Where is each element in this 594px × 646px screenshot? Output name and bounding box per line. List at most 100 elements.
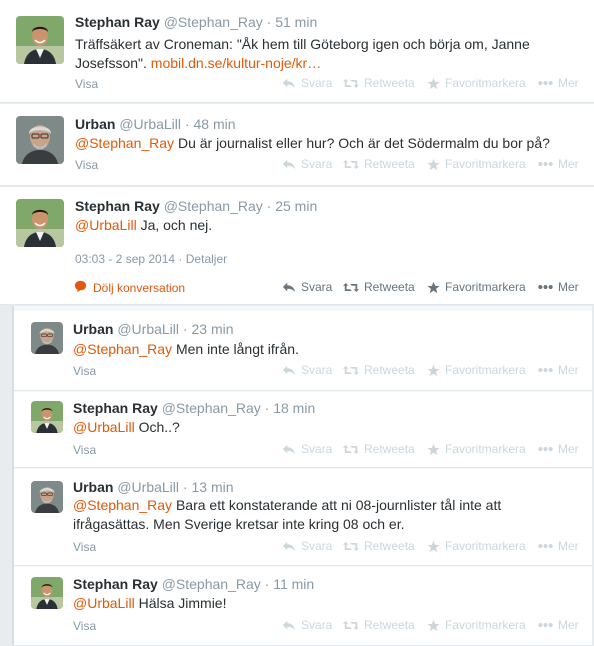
tweet-card[interactable]: Urban @UrbaLill · 48 min @Stephan_Ray Du…: [0, 104, 594, 186]
star-icon: [427, 77, 440, 90]
retweet-button[interactable]: Retweeta: [343, 280, 415, 294]
more-label: Mer: [558, 280, 579, 294]
more-button[interactable]: Mer: [538, 280, 579, 294]
avatar[interactable]: [31, 322, 63, 354]
tweet-header: Stephan Ray @Stephan_Ray · 18 min: [73, 400, 315, 416]
tweet-header: Stephan Ray @Stephan_Ray · 11 min: [73, 576, 314, 592]
avatar[interactable]: [16, 16, 64, 64]
tweet-card-expanded[interactable]: Stephan Ray @Stephan_Ray · 25 min @UrbaL…: [0, 187, 594, 305]
more-dots-icon: [538, 161, 553, 167]
favorite-button[interactable]: Favoritmarkera: [427, 539, 526, 553]
retweet-button[interactable]: Retweeta: [343, 442, 415, 456]
reply-icon: [282, 618, 296, 632]
tweet-header: Urban @UrbaLill · 13 min: [73, 479, 234, 495]
more-label: Mer: [558, 442, 579, 456]
mention-link[interactable]: @Stephan_Ray: [75, 135, 174, 151]
reply-icon: [282, 76, 296, 90]
tweet-actions: Svara Retweeta Favoritmarkera Mer: [0, 442, 594, 458]
conversation-tweet[interactable]: Urban @UrbaLill · 13 min @Stephan_Ray Ba…: [14, 469, 592, 566]
mention-link[interactable]: @Stephan_Ray: [73, 341, 172, 357]
avatar[interactable]: [31, 401, 63, 433]
more-button[interactable]: Mer: [538, 363, 579, 377]
reply-button[interactable]: Svara: [282, 539, 332, 553]
tweet-header: Stephan Ray @Stephan_Ray · 51 min: [75, 14, 317, 30]
retweet-label: Retweeta: [364, 157, 415, 171]
avatar[interactable]: [16, 199, 64, 247]
more-button[interactable]: Mer: [538, 618, 579, 632]
author-name[interactable]: Stephan Ray: [73, 576, 158, 592]
reply-button[interactable]: Svara: [282, 76, 332, 90]
favorite-button[interactable]: Favoritmarkera: [427, 363, 526, 377]
author-name[interactable]: Urban: [75, 116, 115, 132]
retweet-label: Retweeta: [364, 618, 415, 632]
details-link[interactable]: Detaljer: [186, 252, 227, 266]
retweet-icon: [343, 540, 359, 553]
author-name[interactable]: Stephan Ray: [73, 400, 158, 416]
tweet-time[interactable]: 23 min: [191, 321, 233, 337]
author-handle[interactable]: @UrbaLill: [117, 321, 179, 337]
separator-dot: ·: [182, 479, 188, 495]
favorite-button[interactable]: Favoritmarkera: [427, 618, 526, 632]
separator-dot: ·: [184, 116, 190, 132]
more-button[interactable]: Mer: [538, 539, 579, 553]
tweet-timestamp[interactable]: 03:03 - 2 sep 2014: [75, 252, 175, 266]
avatar[interactable]: [31, 577, 63, 609]
tweet-time[interactable]: 13 min: [191, 479, 233, 495]
separator-dot: ·: [266, 14, 272, 30]
tweet-actions: Svara Retweeta Favoritmarkera Mer: [0, 280, 594, 296]
reply-button[interactable]: Svara: [282, 157, 332, 171]
favorite-button[interactable]: Favoritmarkera: [427, 280, 526, 294]
author-name[interactable]: Urban: [73, 479, 113, 495]
author-name[interactable]: Stephan Ray: [75, 198, 160, 214]
tweet-time[interactable]: 25 min: [275, 198, 317, 214]
reply-button[interactable]: Svara: [282, 363, 332, 377]
retweet-button[interactable]: Retweeta: [343, 157, 415, 171]
retweet-button[interactable]: Retweeta: [343, 539, 415, 553]
tweet-time[interactable]: 18 min: [273, 400, 315, 416]
retweet-icon: [343, 158, 359, 171]
favorite-button[interactable]: Favoritmarkera: [427, 76, 526, 90]
tweet-actions: Svara Retweeta Favoritmarkera Mer: [0, 363, 594, 379]
reply-button[interactable]: Svara: [282, 442, 332, 456]
conversation-tweet[interactable]: Urban @UrbaLill · 23 min @Stephan_Ray Me…: [14, 311, 592, 391]
retweet-button[interactable]: Retweeta: [343, 76, 415, 90]
author-handle[interactable]: @Stephan_Ray: [162, 576, 261, 592]
favorite-button[interactable]: Favoritmarkera: [427, 442, 526, 456]
tweet-header: Urban @UrbaLill · 48 min: [75, 116, 236, 132]
more-button[interactable]: Mer: [538, 442, 579, 456]
more-button[interactable]: Mer: [538, 76, 579, 90]
author-handle[interactable]: @Stephan_Ray: [164, 198, 263, 214]
conversation-tweet[interactable]: Stephan Ray @Stephan_Ray · 11 min @UrbaL…: [14, 567, 592, 646]
favorite-label: Favoritmarkera: [445, 76, 526, 90]
author-handle[interactable]: @Stephan_Ray: [162, 400, 261, 416]
author-handle[interactable]: @UrbaLill: [119, 116, 181, 132]
reply-button[interactable]: Svara: [282, 280, 332, 294]
more-button[interactable]: Mer: [538, 157, 579, 171]
reply-label: Svara: [301, 618, 333, 632]
mention-link[interactable]: @UrbaLill: [75, 217, 137, 233]
conversation-tweet[interactable]: Stephan Ray @Stephan_Ray · 18 min @UrbaL…: [14, 392, 592, 468]
favorite-label: Favoritmarkera: [445, 157, 526, 171]
tweet-link[interactable]: mobil.dn.se/kultur-noje/kr…: [151, 55, 321, 71]
favorite-button[interactable]: Favoritmarkera: [427, 157, 526, 171]
tweet-actions: Svara Retweeta Favoritmarkera Mer: [0, 618, 594, 634]
retweet-button[interactable]: Retweeta: [343, 363, 415, 377]
mention-link[interactable]: @UrbaLill: [73, 419, 135, 435]
author-handle[interactable]: @Stephan_Ray: [164, 14, 263, 30]
star-icon: [427, 281, 440, 294]
author-name[interactable]: Stephan Ray: [75, 14, 160, 30]
mention-link[interactable]: @UrbaLill: [73, 595, 135, 611]
tweet-time[interactable]: 48 min: [193, 116, 235, 132]
tweet-text-body: Ja, och nej.: [136, 217, 213, 233]
avatar[interactable]: [31, 481, 63, 513]
reply-button[interactable]: Svara: [282, 618, 332, 632]
author-handle[interactable]: @UrbaLill: [117, 479, 179, 495]
retweet-button[interactable]: Retweeta: [343, 618, 415, 632]
mention-link[interactable]: @Stephan_Ray: [73, 497, 172, 513]
author-name[interactable]: Urban: [73, 321, 113, 337]
retweet-label: Retweeta: [364, 442, 415, 456]
tweet-card[interactable]: Stephan Ray @Stephan_Ray · 51 min Träffs…: [0, 0, 594, 103]
tweet-time[interactable]: 51 min: [275, 14, 317, 30]
tweet-time[interactable]: 11 min: [273, 576, 314, 592]
tweet-text: @UrbaLill Och..?: [73, 418, 578, 437]
